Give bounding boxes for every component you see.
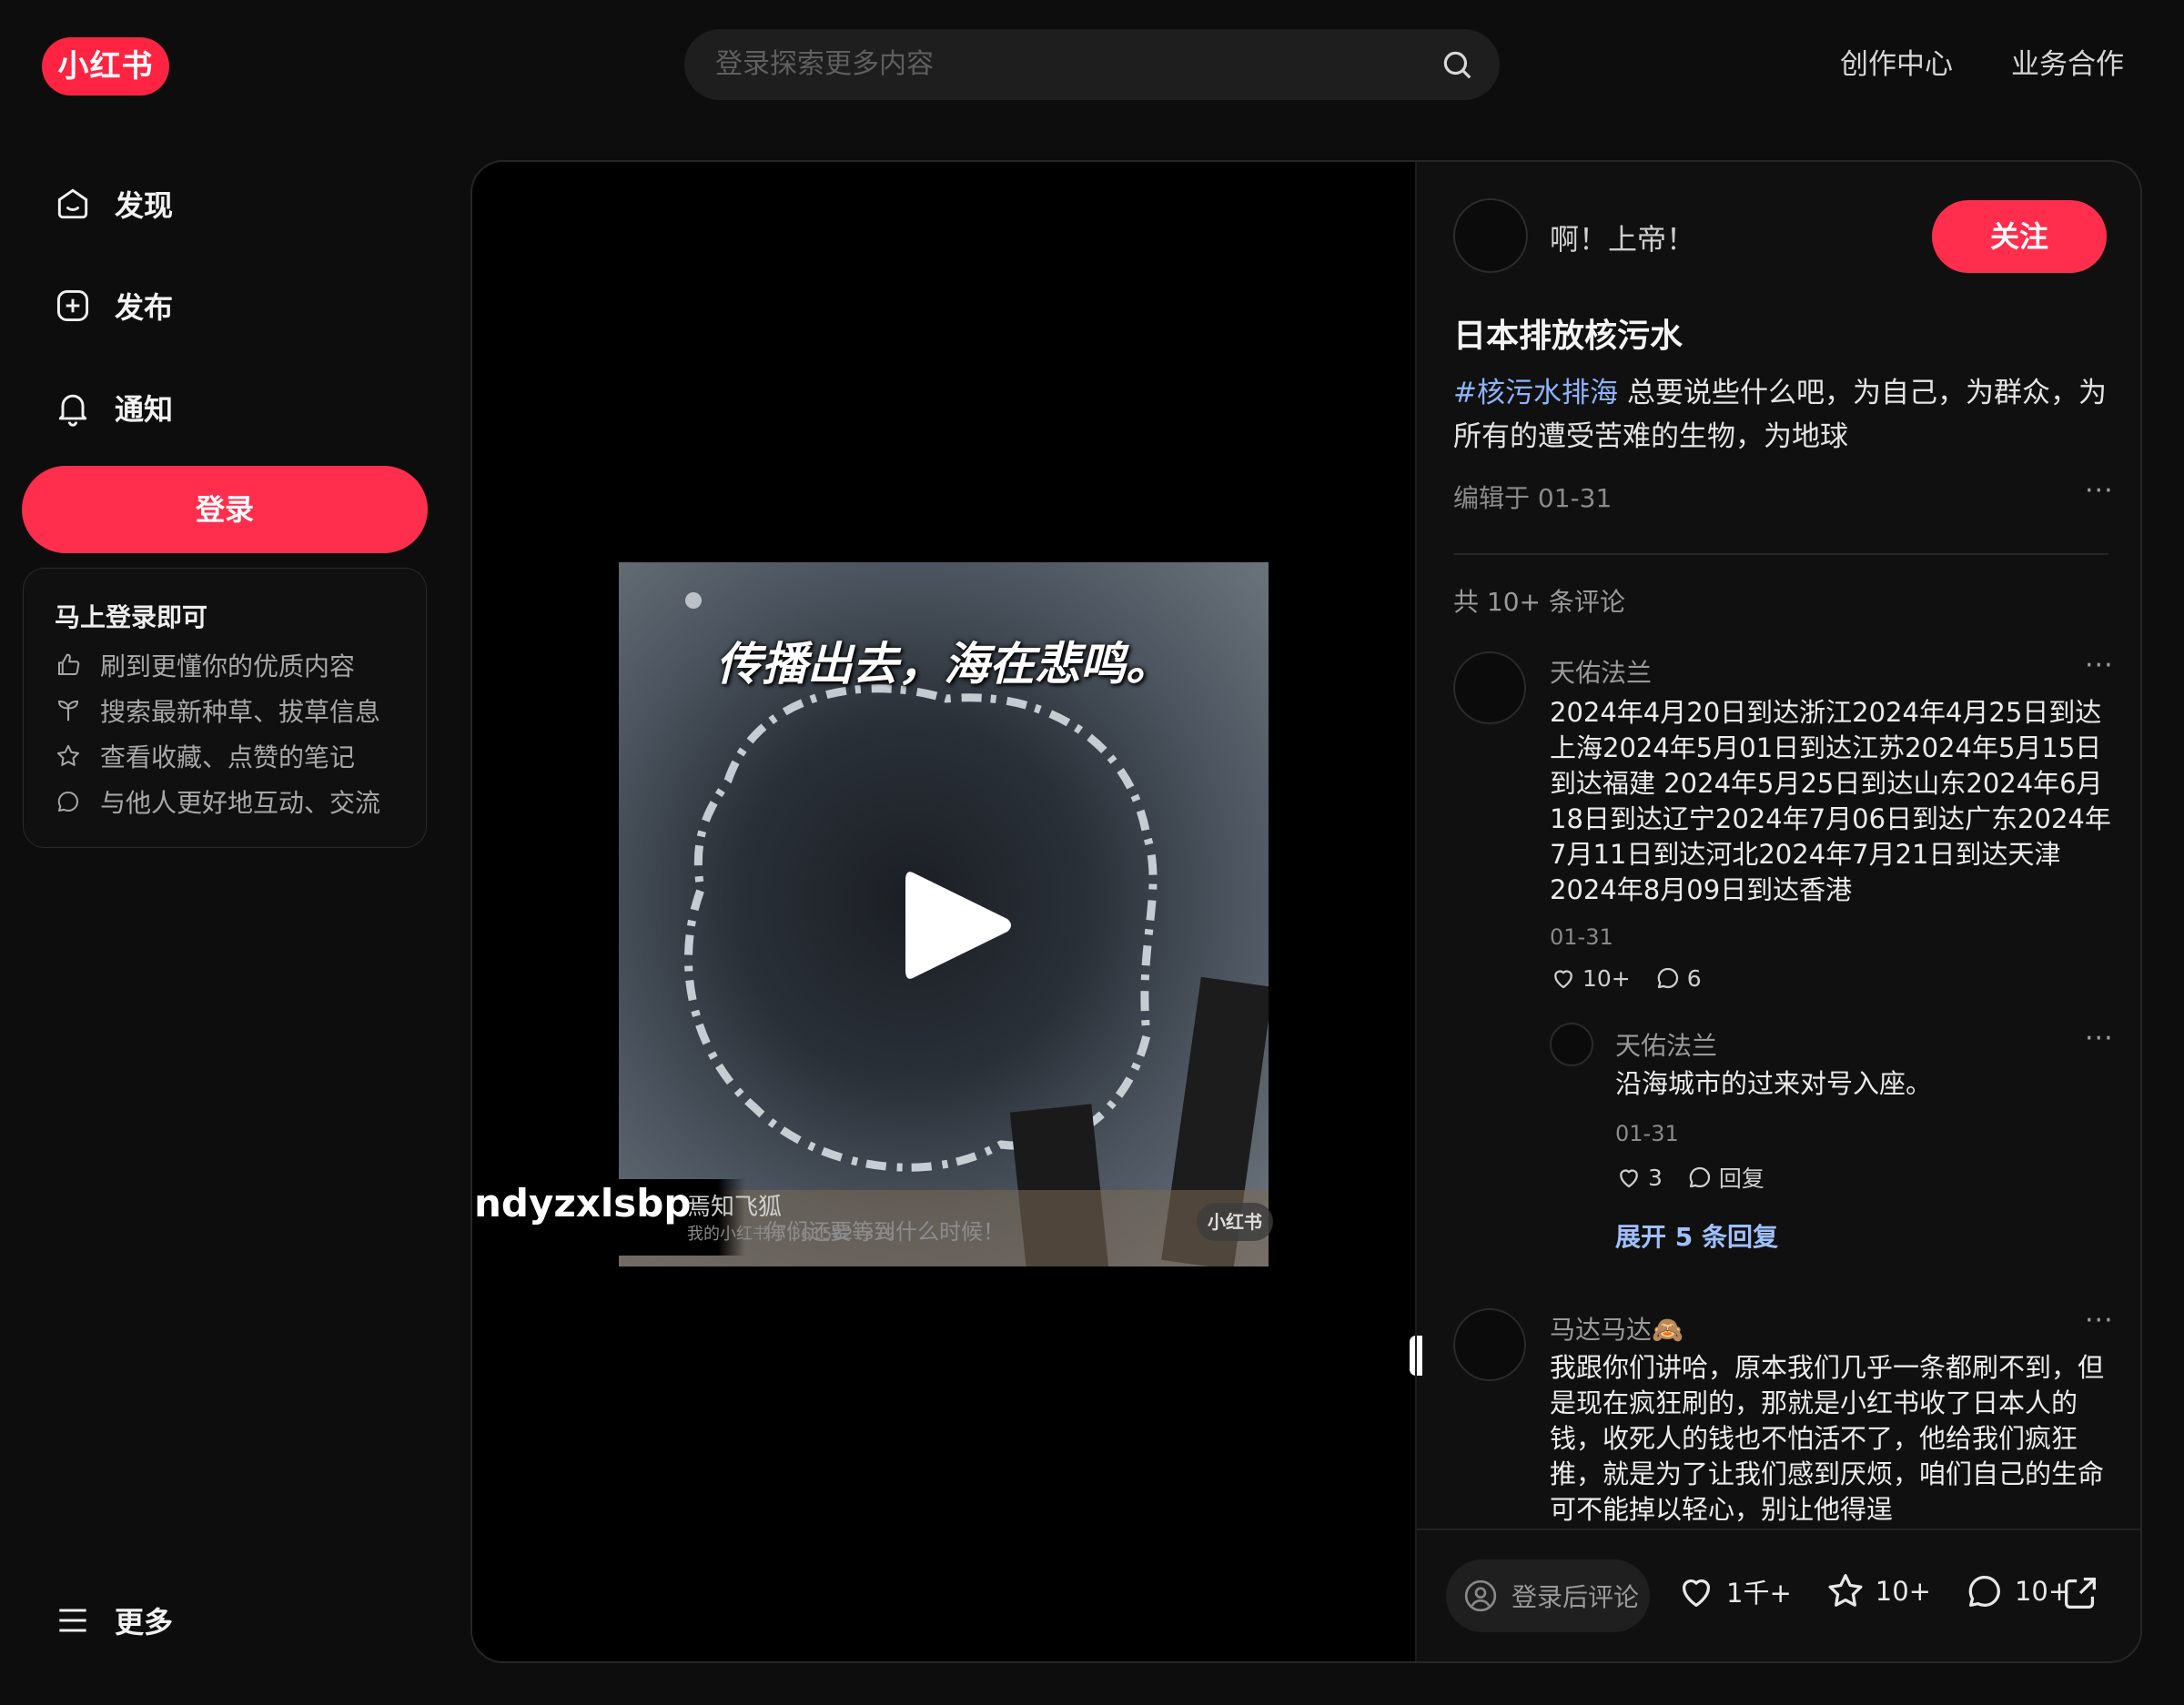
watermark-username: ndyzxlsbp [474, 1181, 692, 1226]
reply-text: 沿海城市的过来对号入座。 [1615, 1068, 1933, 1099]
reply-author[interactable]: 天佑法兰 [1615, 1026, 1717, 1063]
author-name[interactable]: 啊！上帝！ [1550, 217, 1695, 258]
avatar[interactable] [1453, 651, 1526, 724]
note-detail-card: 传播出去，海在悲鸣。 你们还要等到什么时候！ ndyzxlsbp 焉知飞狐 我的… [470, 160, 2142, 1663]
reply-actions: 3 回复 [1615, 1161, 1788, 1194]
comment-text: 2024年4月20日到达浙江2024年4月25日到达上海2024年5月01日到达… [1550, 697, 2111, 905]
plus-square-icon [53, 286, 93, 326]
search-icon[interactable] [1440, 47, 1474, 82]
video-player[interactable]: 传播出去，海在悲鸣。 你们还要等到什么时候！ ndyzxlsbp 焉知飞狐 我的… [472, 162, 1422, 1661]
comment-author[interactable]: 天佑法兰 [1550, 653, 1652, 690]
thumbs-up-icon [55, 651, 82, 679]
comment-input[interactable]: 登录后评论 [1446, 1559, 1650, 1632]
hamburger-menu-icon [53, 1600, 93, 1640]
collect-count: 10+ [1875, 1576, 1931, 1607]
top-bar: 小红书 登录探索更多内容 创作中心 业务合作 [0, 0, 2184, 136]
chat-bubble-icon [1657, 967, 1678, 989]
login-prompt-card: 马上登录即可 刷到更懂你的优质内容 搜索最新种草、拔草信息 查看收藏、点赞的笔记 [23, 568, 427, 848]
watermark-id: 我的小红书号 3615821379 [687, 1225, 895, 1244]
benefit-item: 刷到更懂你的优质内容 [55, 645, 355, 685]
reply-like-button[interactable]: 3 [1615, 1164, 1663, 1191]
comment-text: 我跟你们讲哈，原本我们几乎一条都刷不到，但是现在疯狂刷的，那就是小红书收了日本人… [1550, 1352, 2105, 1523]
expand-replies-button[interactable]: 展开 5 条回复 [1615, 1217, 1778, 1254]
sidebar-item-label: 发现 [115, 188, 174, 223]
chat-bubble-icon [1689, 1166, 1711, 1188]
avatar[interactable] [1453, 1308, 1526, 1381]
benefit-item: 搜索最新种草、拔草信息 [55, 691, 380, 731]
business-link[interactable]: 业务合作 [2011, 42, 2124, 87]
reply-more-button[interactable]: ··· [2085, 1023, 2114, 1054]
collect-button[interactable]: 10+ [1825, 1570, 1931, 1612]
avatar[interactable] [1453, 198, 1528, 273]
like-count: 1千+ [1726, 1578, 1792, 1609]
star-icon [55, 742, 82, 770]
star-icon [1828, 1574, 1863, 1607]
like-button[interactable]: 1千+ [1675, 1570, 1792, 1612]
logo[interactable]: 小红书 [42, 37, 169, 96]
login-button[interactable]: 登录 [22, 466, 428, 553]
sidebar-item-notifications[interactable]: 通知 [53, 380, 173, 435]
watermark-channel: 焉知飞狐 [687, 1194, 783, 1221]
heart-icon [1682, 1579, 1711, 1607]
login-card-title: 马上登录即可 [55, 602, 208, 632]
benefit-item: 查看收藏、点赞的笔记 [55, 736, 355, 776]
comments-count: 共 10+ 条评论 [1453, 587, 1625, 617]
more-label: 更多 [115, 1605, 174, 1639]
comment-reply-button[interactable]: 6 [1654, 964, 1702, 992]
sidebar-item-label: 通知 [115, 392, 174, 427]
video-watermark-logo: 小红书 [1197, 1203, 1273, 1241]
comment-actions: 10+ 6 [1550, 964, 1725, 992]
note-title: 日本排放核污水 [1453, 318, 1684, 355]
sidebar-item-discover[interactable]: 发现 [53, 177, 173, 231]
note-date: 编辑于 01-31 [1453, 483, 1613, 513]
chat-bubble-icon [55, 788, 82, 815]
comment-placeholder: 登录后评论 [1512, 1582, 1640, 1612]
video-caption: 传播出去，海在悲鸣。 [716, 638, 1171, 691]
comment-like-button[interactable]: 10+ [1550, 964, 1631, 992]
comment-more-button[interactable]: ··· [2085, 650, 2114, 681]
sprout-icon [55, 697, 82, 724]
engagement-bar: 登录后评论 1千+ 10+ 10+ [1417, 1528, 2140, 1661]
play-icon[interactable] [902, 863, 1016, 988]
search-input[interactable]: 登录探索更多内容 [715, 29, 934, 100]
divider [1453, 553, 2108, 555]
note-info-pane: 啊！上帝！ 关注 日本排放核污水 #核污水排海 总要说些什么吧，为自己，为群众，为… [1415, 162, 2140, 1661]
comment-author[interactable]: 马达马达🙈 [1550, 1310, 1684, 1347]
sidebar-item-label: 发布 [115, 290, 174, 325]
avatar[interactable] [1550, 1023, 1593, 1066]
creator-center-link[interactable]: 创作中心 [1840, 42, 1953, 87]
comment-button[interactable]: 10+ [1964, 1570, 2070, 1612]
heart-icon [1554, 970, 1572, 989]
search-bar[interactable]: 登录探索更多内容 [684, 29, 1500, 100]
chat-bubble-icon [1968, 1576, 2000, 1607]
home-icon [53, 184, 93, 224]
top-links: 创作中心 业务合作 [1840, 42, 2124, 87]
benefit-item: 与他人更好地互动、交流 [55, 782, 380, 822]
more-menu-button[interactable]: 更多 [53, 1599, 173, 1641]
hashtag-link[interactable]: #核污水排海 [1453, 377, 1618, 409]
user-circle-icon [1462, 1578, 1499, 1614]
heart-icon [1620, 1169, 1638, 1188]
bar-actions: 1千+ 10+ 10+ [1675, 1570, 2103, 1612]
bell-icon [53, 388, 93, 428]
note-description: #核污水排海 总要说些什么吧，为自己，为群众，为所有的遭受苦难的生物，为地球 [1453, 371, 2118, 459]
comment-date: 01-31 [1550, 924, 1613, 950]
comment-more-button[interactable]: ··· [2085, 1305, 2114, 1337]
reply-date: 01-31 [1615, 1121, 1679, 1146]
reply-reply-button[interactable]: 回复 [1686, 1161, 1764, 1194]
note-more-button[interactable]: ··· [2085, 475, 2114, 507]
share-icon[interactable] [2059, 1572, 2101, 1614]
follow-button[interactable]: 关注 [1932, 200, 2107, 273]
sidebar-item-publish[interactable]: 发布 [53, 278, 173, 333]
